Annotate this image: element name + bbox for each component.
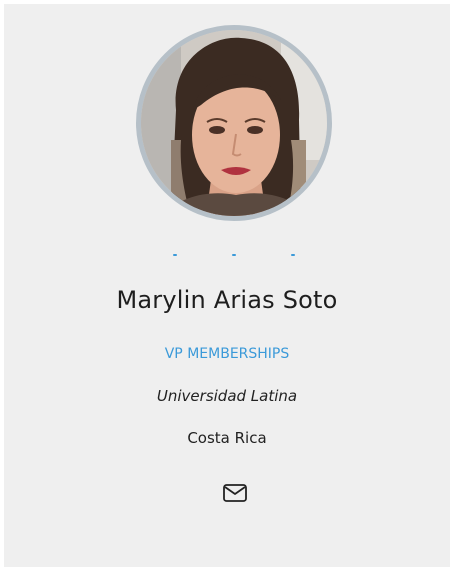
profile-card: Marylin Arias Soto VP MEMBERSHIPS Univer… <box>4 4 450 567</box>
profile-role: VP MEMBERSHIPS <box>164 346 290 362</box>
mail-icon[interactable] <box>222 482 248 504</box>
social-link-1[interactable] <box>173 254 177 256</box>
profile-name: Marylin Arias Soto <box>116 286 338 314</box>
profile-photo <box>141 30 327 216</box>
social-link-3[interactable] <box>291 254 295 256</box>
social-link-2[interactable] <box>232 254 236 256</box>
profile-country: Costa Rica <box>187 429 267 447</box>
profile-organization: Universidad Latina <box>156 387 298 405</box>
avatar <box>136 25 332 221</box>
social-links <box>4 250 450 262</box>
